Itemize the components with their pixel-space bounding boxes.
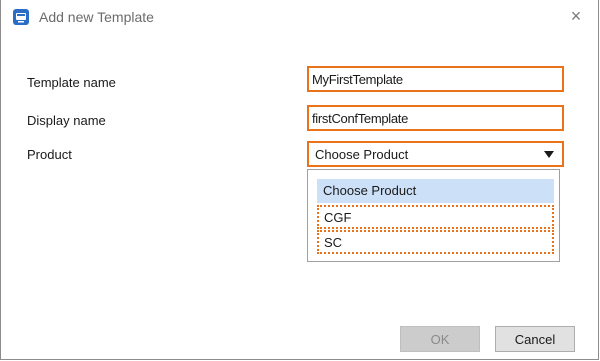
dropdown-option-choose-product[interactable]: Choose Product xyxy=(317,179,554,203)
close-icon: × xyxy=(570,5,582,26)
display-name-input[interactable] xyxy=(309,107,562,129)
product-select-value: Choose Product xyxy=(315,147,409,162)
title-bar: Add new Template × xyxy=(1,0,598,34)
app-window-icon xyxy=(13,9,29,25)
ok-button[interactable]: OK xyxy=(400,326,480,352)
product-select[interactable]: Choose Product xyxy=(307,141,564,167)
window-title: Add new Template xyxy=(39,9,154,25)
template-name-field[interactable] xyxy=(307,66,564,92)
template-name-label: Template name xyxy=(27,75,116,90)
product-label: Product xyxy=(27,147,72,162)
cancel-button[interactable]: Cancel xyxy=(495,326,575,352)
dropdown-option-sc[interactable]: SC xyxy=(317,230,554,254)
close-button[interactable]: × xyxy=(554,0,598,32)
product-dropdown-list: Choose Product CGF SC xyxy=(307,169,560,262)
template-name-input[interactable] xyxy=(309,68,562,90)
dropdown-option-cgf[interactable]: CGF xyxy=(317,205,554,229)
add-template-dialog: Add new Template × Template name Display… xyxy=(0,0,599,360)
display-name-field[interactable] xyxy=(307,105,564,131)
chevron-down-icon[interactable] xyxy=(544,151,554,158)
display-name-label: Display name xyxy=(27,113,106,128)
